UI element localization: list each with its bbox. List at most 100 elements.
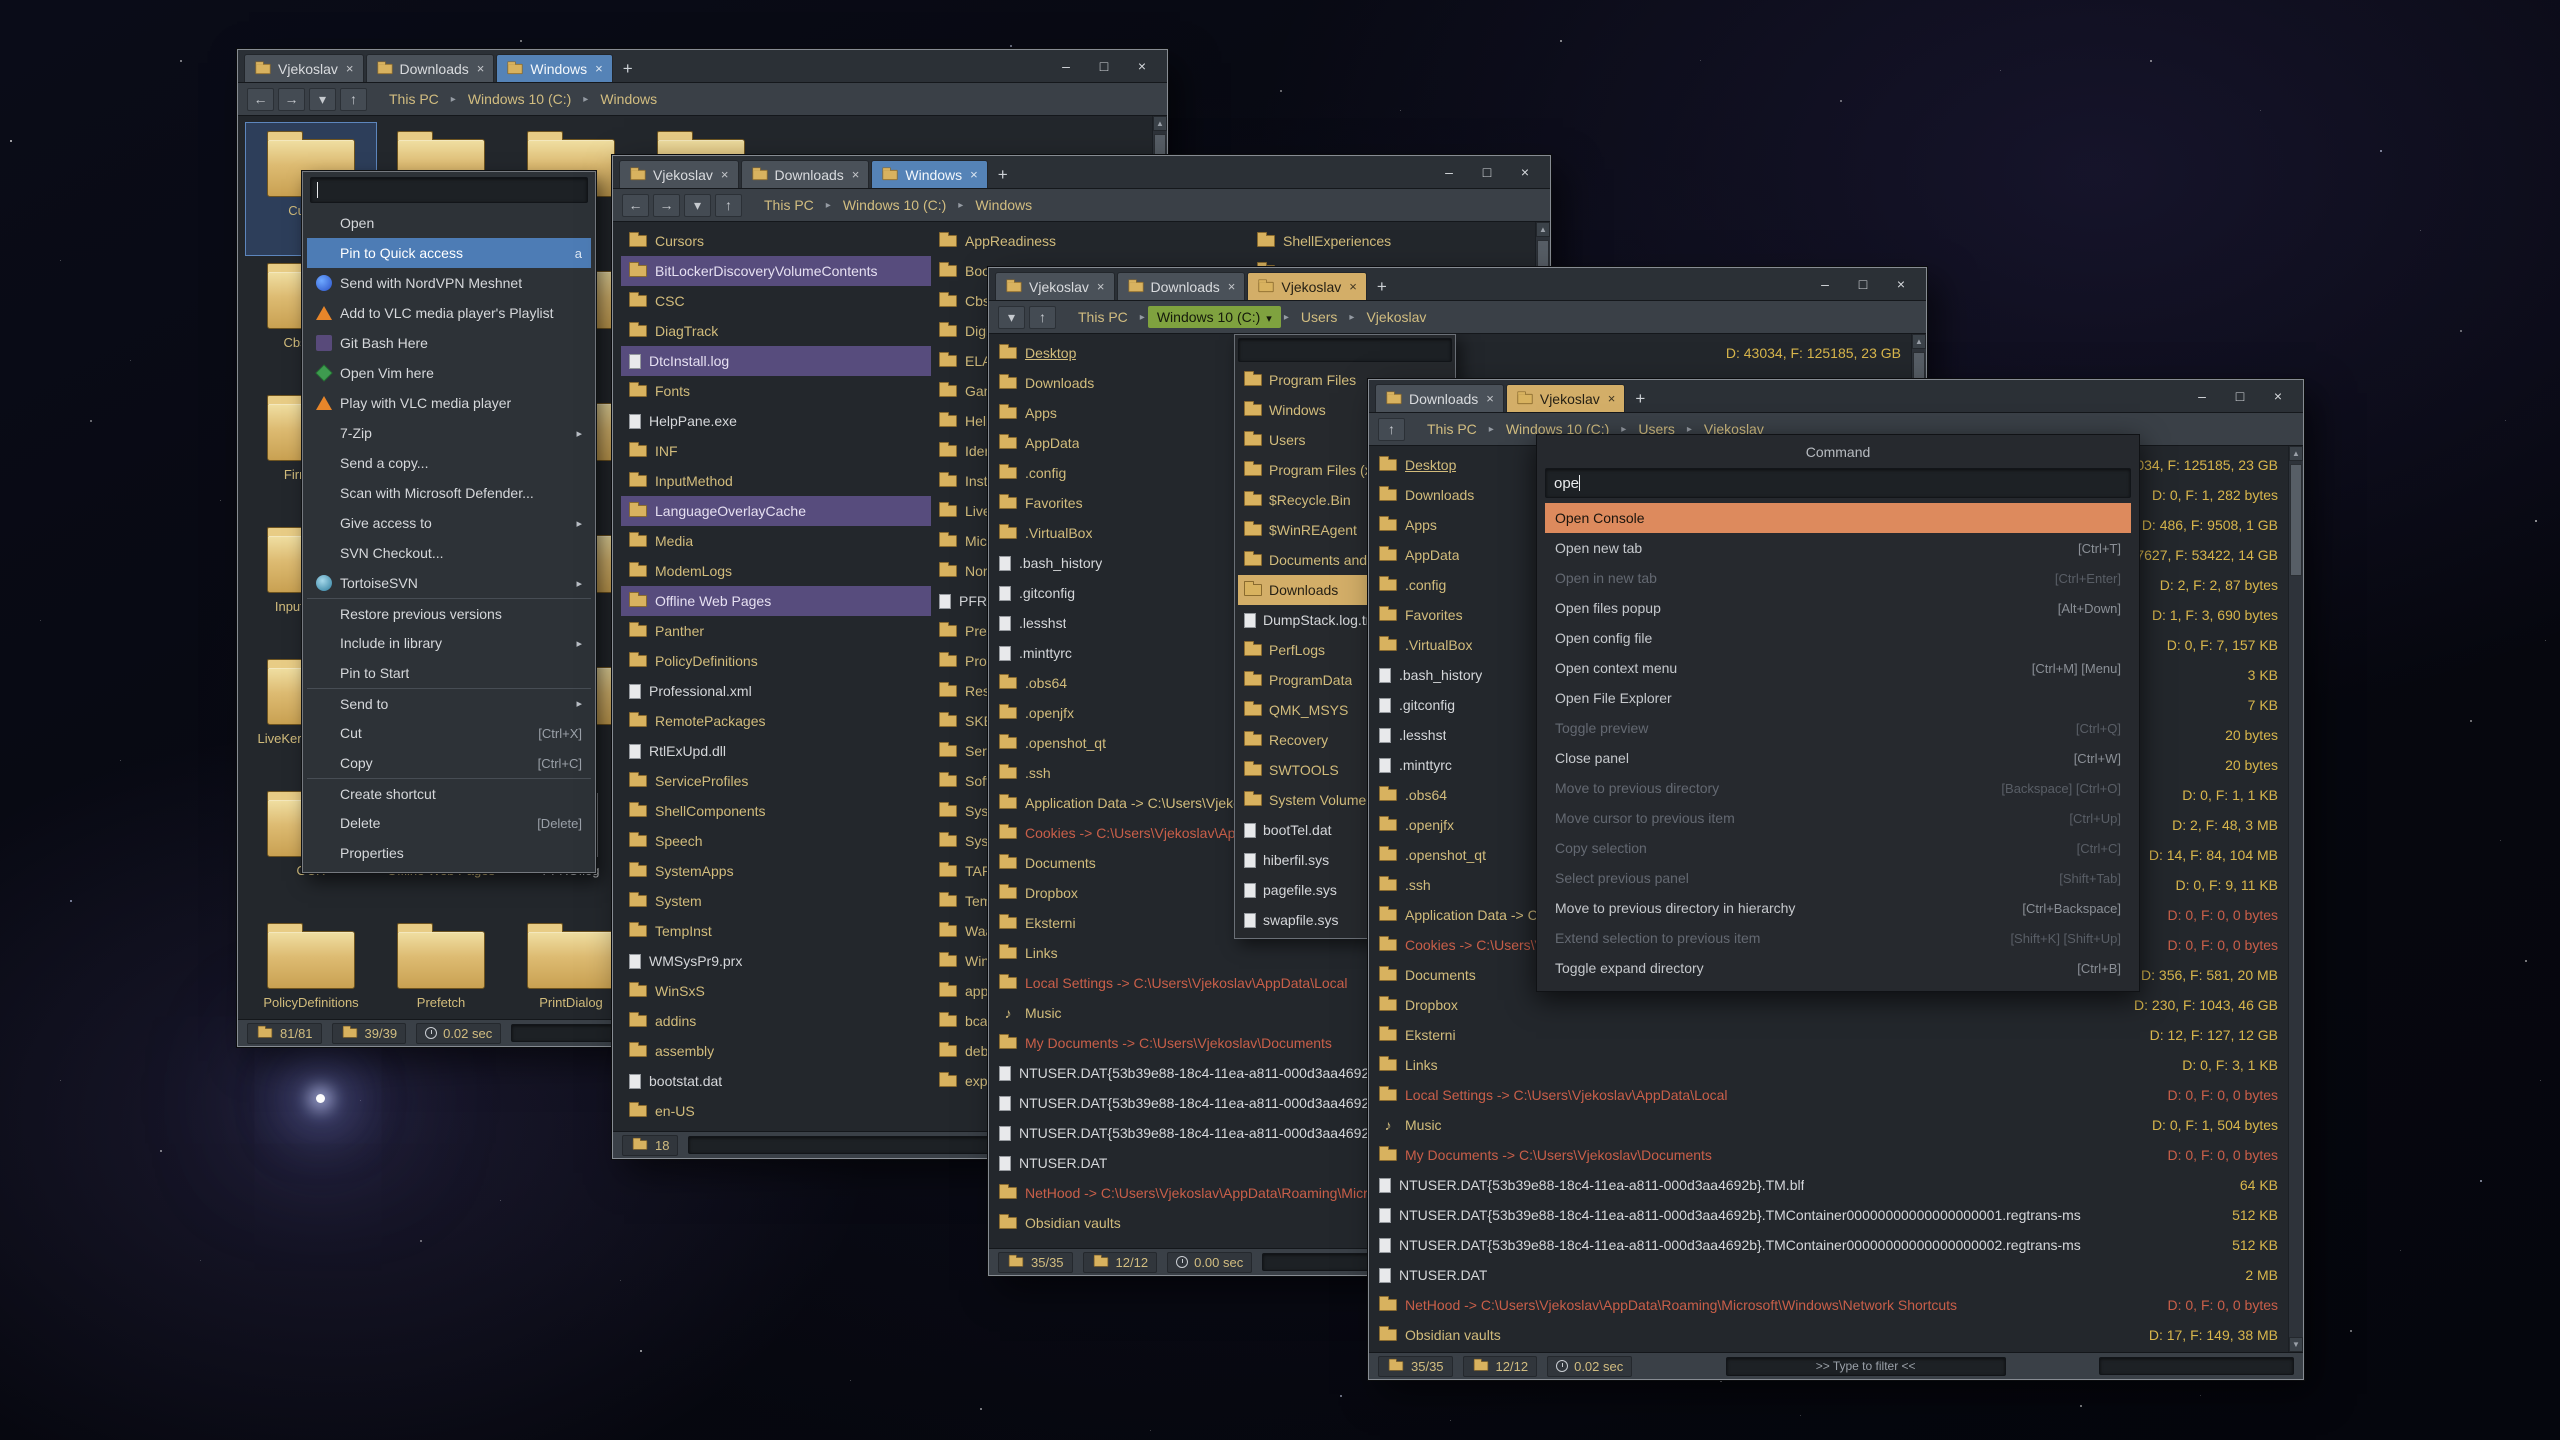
command-open-files-popup[interactable]: Open files popup[Alt+Down] <box>1545 593 2131 623</box>
command-move-to-previous-directory-in-hierarchy[interactable]: Move to previous directory in hierarchy[… <box>1545 893 2131 923</box>
command-move-to-previous-directory[interactable]: Move to previous directory[Backspace] [C… <box>1545 773 2131 803</box>
command-toggle-preview[interactable]: Toggle preview[Ctrl+Q] <box>1545 713 2131 743</box>
breadcrumb-this-pc[interactable]: This PC <box>755 194 823 216</box>
menu-item-send-to[interactable]: Send to▸ <box>307 688 591 718</box>
file-row-bootstat-dat[interactable]: bootstat.dat <box>621 1066 931 1096</box>
file-row-media[interactable]: Media <box>621 526 931 556</box>
close-button[interactable]: × <box>1884 272 1918 296</box>
menu-item-cut[interactable]: Cut[Ctrl+X] <box>307 718 591 748</box>
command-open-in-new-tab[interactable]: Open in new tab[Ctrl+Enter] <box>1545 563 2131 593</box>
up-icon[interactable]: ↑ <box>1029 306 1056 329</box>
menu-item-open[interactable]: Open <box>307 208 591 238</box>
history-icon[interactable]: ▾ <box>998 306 1025 329</box>
tab-downloads[interactable]: Downloads× <box>741 160 870 188</box>
file-row-winsxs[interactable]: WinSxS <box>621 976 931 1006</box>
menu-item-add-to-vlc-media-player-s-playlist[interactable]: Add to VLC media player's Playlist <box>307 298 591 328</box>
scroll-up-icon[interactable]: ▲ <box>1912 334 1926 349</box>
tab-vjekoslav[interactable]: Vjekoslav× <box>1506 384 1626 412</box>
menu-item-7-zip[interactable]: 7-Zip▸ <box>307 418 591 448</box>
file-row-eksterni[interactable]: EksterniD: 12, F: 127, 12 GB <box>1369 1020 2288 1050</box>
file-row-cursors[interactable]: Cursors <box>621 226 931 256</box>
forward-icon[interactable]: → <box>653 194 680 217</box>
scroll-up-icon[interactable]: ▲ <box>2289 446 2303 461</box>
titlebar-1[interactable]: Vjekoslav×Downloads×Windows×+ –□× <box>238 50 1167 83</box>
menu-item-tortoisesvn[interactable]: TortoiseSVN▸ <box>307 568 591 598</box>
command-open-console[interactable]: Open Console <box>1545 503 2131 533</box>
breadcrumb-windows-10-c[interactable]: Windows 10 (C:)▾ <box>1148 306 1281 328</box>
palette-input[interactable]: ope <box>1545 468 2131 498</box>
minimize-button[interactable]: – <box>1808 272 1842 296</box>
menu-item-git-bash-here[interactable]: Git Bash Here <box>307 328 591 358</box>
file-row-diagtrack[interactable]: DiagTrack <box>621 316 931 346</box>
grid-item-prefetch[interactable]: Prefetch <box>376 915 506 1019</box>
file-row-dropbox[interactable]: DropboxD: 230, F: 1043, 46 GB <box>1369 990 2288 1020</box>
history-icon[interactable]: ▾ <box>684 194 711 217</box>
titlebar-2[interactable]: Vjekoslav×Downloads×Windows×+ –□× <box>613 156 1550 189</box>
file-row-en-us[interactable]: en-US <box>621 1096 931 1126</box>
scroll-up-icon[interactable]: ▲ <box>1536 222 1550 237</box>
file-row-shellcomponents[interactable]: ShellComponents <box>621 796 931 826</box>
file-row-rtlexupd-dll[interactable]: RtlExUpd.dll <box>621 736 931 766</box>
file-row-modemlogs[interactable]: ModemLogs <box>621 556 931 586</box>
tab-close-icon[interactable]: × <box>1608 391 1616 406</box>
tab-close-icon[interactable]: × <box>1228 279 1236 294</box>
breadcrumb-windows-10-c[interactable]: Windows 10 (C:) <box>459 88 580 110</box>
menu-item-scan-with-microsoft-defender[interactable]: Scan with Microsoft Defender... <box>307 478 591 508</box>
new-tab-button[interactable]: + <box>615 56 641 82</box>
tab-downloads[interactable]: Downloads× <box>1117 272 1246 300</box>
file-row-csc[interactable]: CSC <box>621 286 931 316</box>
menu-item-delete[interactable]: Delete[Delete] <box>307 808 591 838</box>
file-row-fonts[interactable]: Fonts <box>621 376 931 406</box>
context-menu-filter-input[interactable] <box>310 177 588 203</box>
file-row-links[interactable]: LinksD: 0, F: 3, 1 KB <box>1369 1050 2288 1080</box>
breadcrumb-this-pc[interactable]: This PC <box>1069 306 1137 328</box>
menu-item-copy[interactable]: Copy[Ctrl+C] <box>307 748 591 778</box>
new-tab-button[interactable]: + <box>1369 274 1395 300</box>
new-tab-button[interactable]: + <box>1627 386 1653 412</box>
breadcrumb-this-pc[interactable]: This PC <box>1418 418 1486 440</box>
scroll-up-icon[interactable]: ▲ <box>1153 116 1167 131</box>
file-row-systemapps[interactable]: SystemApps <box>621 856 931 886</box>
file-row-panther[interactable]: Panther <box>621 616 931 646</box>
menu-item-send-a-copy[interactable]: Send a copy... <box>307 448 591 478</box>
command-select-previous-panel[interactable]: Select previous panel[Shift+Tab] <box>1545 863 2131 893</box>
up-icon[interactable]: ↑ <box>715 194 742 217</box>
tab-vjekoslav[interactable]: Vjekoslav× <box>995 272 1115 300</box>
menu-item-send-with-nordvpn-meshnet[interactable]: Send with NordVPN Meshnet <box>307 268 591 298</box>
up-icon[interactable]: ↑ <box>1378 418 1405 441</box>
file-row-assembly[interactable]: assembly <box>621 1036 931 1066</box>
tab-close-icon[interactable]: × <box>721 167 729 182</box>
breadcrumb-this-pc[interactable]: This PC <box>380 88 448 110</box>
secondary-filter-box[interactable] <box>2099 1357 2294 1375</box>
scroll-thumb[interactable] <box>2290 464 2302 576</box>
file-row-music[interactable]: ♪MusicD: 0, F: 1, 504 bytes <box>1369 1110 2288 1140</box>
command-open-file-explorer[interactable]: Open File Explorer <box>1545 683 2131 713</box>
command-toggle-expand-directory[interactable]: Toggle expand directory[Ctrl+B] <box>1545 953 2131 983</box>
tab-windows[interactable]: Windows× <box>871 160 987 188</box>
titlebar-4[interactable]: Downloads×Vjekoslav×+ –□× <box>1369 380 2303 413</box>
minimize-button[interactable]: – <box>1432 160 1466 184</box>
popup-filter-input[interactable] <box>1238 338 1452 362</box>
minimize-button[interactable]: – <box>2185 384 2219 408</box>
file-row-professional-xml[interactable]: Professional.xml <box>621 676 931 706</box>
command-open-context-menu[interactable]: Open context menu[Ctrl+M] [Menu] <box>1545 653 2131 683</box>
breadcrumb-users[interactable]: Users <box>1292 306 1347 328</box>
maximize-button[interactable]: □ <box>1470 160 1504 184</box>
tab-close-icon[interactable]: × <box>1486 391 1494 406</box>
file-row-local-settings-c-users-vjekoslav-appdata-local[interactable]: Local Settings -> C:\Users\Vjekoslav\App… <box>1369 1080 2288 1110</box>
breadcrumb-windows-10-c[interactable]: Windows 10 (C:) <box>834 194 955 216</box>
tab-close-icon[interactable]: × <box>1349 279 1357 294</box>
file-row-tempinst[interactable]: TempInst <box>621 916 931 946</box>
file-row-inf[interactable]: INF <box>621 436 931 466</box>
command-open-config-file[interactable]: Open config file <box>1545 623 2131 653</box>
file-row-bitlockerdiscoveryvolumecontents[interactable]: BitLockerDiscoveryVolumeContents <box>621 256 931 286</box>
file-row-ntuser-dat-53b39e88-18c4-11ea-a811-000d3aa4692b-tmcontainer00000000000000000001-regtrans-ms[interactable]: NTUSER.DAT{53b39e88-18c4-11ea-a811-000d3… <box>1369 1200 2288 1230</box>
file-row-appreadiness[interactable]: AppReadiness <box>931 226 1241 256</box>
tab-close-icon[interactable]: × <box>1097 279 1105 294</box>
close-button[interactable]: × <box>2261 384 2295 408</box>
command-close-panel[interactable]: Close panel[Ctrl+W] <box>1545 743 2131 773</box>
menu-item-play-with-vlc-media-player[interactable]: Play with VLC media player <box>307 388 591 418</box>
tab-close-icon[interactable]: × <box>852 167 860 182</box>
command-open-new-tab[interactable]: Open new tab[Ctrl+T] <box>1545 533 2131 563</box>
titlebar-3[interactable]: Vjekoslav×Downloads×Vjekoslav×+ –□× <box>989 268 1926 301</box>
